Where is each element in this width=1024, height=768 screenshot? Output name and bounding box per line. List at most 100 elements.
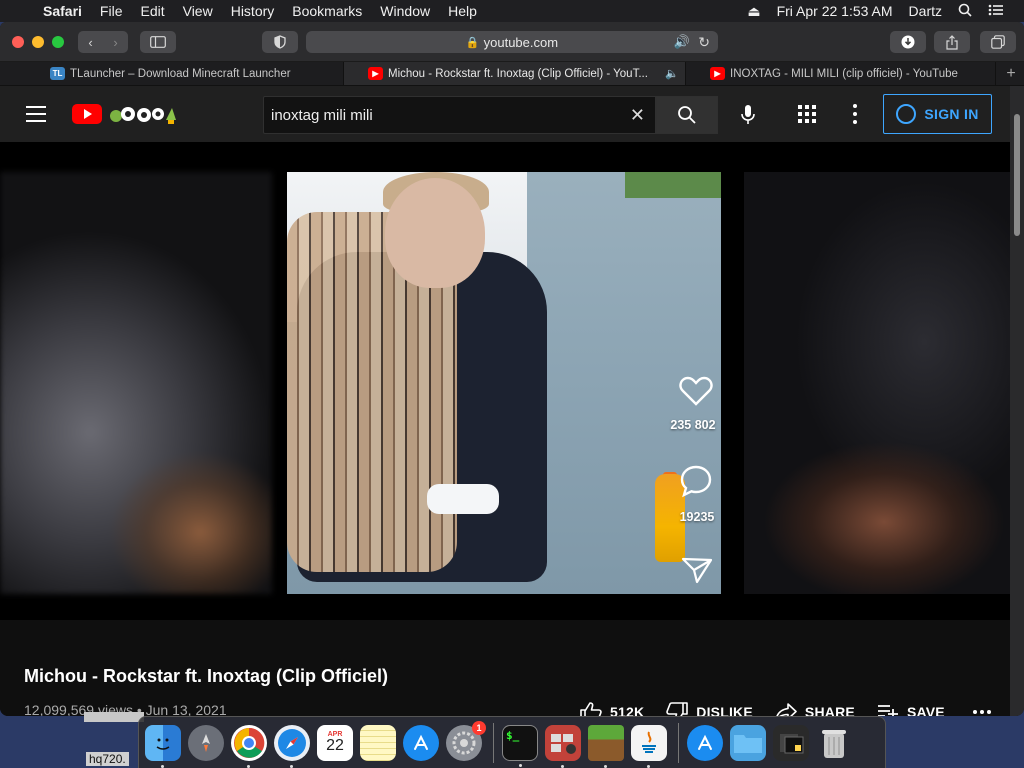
save-button[interactable]: SAVE bbox=[877, 704, 945, 716]
minimize-window-button[interactable] bbox=[32, 35, 44, 48]
address-bar[interactable]: 🔒 youtube.com 🔊 ↻ bbox=[306, 31, 718, 53]
tab-audio-icon[interactable]: 🔈 bbox=[665, 67, 679, 80]
folder-icon[interactable] bbox=[730, 724, 766, 761]
tab-inoxtag-mili-mili[interactable]: ▶ INOXTAG - MILI MILI (clip officiel) - … bbox=[686, 62, 996, 85]
privacy-report-button[interactable] bbox=[262, 31, 298, 53]
clear-search-icon[interactable]: ✕ bbox=[630, 105, 645, 126]
comment-icon bbox=[680, 465, 712, 498]
menu-clock[interactable]: Fri Apr 22 1:53 AM bbox=[769, 3, 901, 19]
search-icon bbox=[678, 106, 696, 124]
menu-view[interactable]: View bbox=[174, 3, 222, 19]
safari-toolbar: ‹ › 🔒 youtube.com 🔊 ↻ bbox=[0, 22, 1024, 62]
trash-icon[interactable] bbox=[816, 725, 852, 761]
youtube-doodle-icon[interactable] bbox=[106, 100, 180, 128]
app-store-folder-icon[interactable] bbox=[687, 724, 723, 761]
app-store-icon[interactable] bbox=[403, 724, 439, 761]
menu-help[interactable]: Help bbox=[439, 3, 486, 19]
close-window-button[interactable] bbox=[12, 35, 24, 48]
sign-in-button[interactable]: SIGN IN bbox=[883, 94, 992, 134]
youtube-logo-icon[interactable] bbox=[72, 104, 102, 124]
new-tab-button[interactable]: + bbox=[998, 62, 1024, 85]
minecraft-icon[interactable] bbox=[588, 724, 624, 768]
back-forward-buttons: ‹ › bbox=[78, 31, 128, 53]
scrollbar-thumb[interactable] bbox=[1014, 114, 1020, 236]
apps-grid-icon[interactable] bbox=[798, 105, 816, 123]
reload-icon[interactable]: ↻ bbox=[698, 34, 710, 51]
download-icon bbox=[901, 35, 915, 49]
settings-more-icon[interactable] bbox=[852, 104, 858, 124]
menu-file[interactable]: File bbox=[91, 3, 132, 19]
macos-menu-bar: Safari File Edit View History Bookmarks … bbox=[0, 0, 1024, 22]
search-button[interactable] bbox=[656, 96, 718, 134]
calendar-day: 22 bbox=[326, 737, 344, 754]
head-shape bbox=[385, 178, 485, 288]
tab-overview-button[interactable] bbox=[980, 31, 1016, 53]
tab-label: INOXTAG - MILI MILI (clip officiel) - Yo… bbox=[730, 67, 958, 80]
video-frame: 235 802 19235 bbox=[287, 172, 721, 594]
like-button[interactable]: 512K bbox=[580, 702, 644, 716]
launchpad-icon[interactable] bbox=[188, 724, 224, 761]
menu-edit[interactable]: Edit bbox=[131, 3, 173, 19]
menu-bookmarks[interactable]: Bookmarks bbox=[283, 3, 371, 19]
terminal-prompt: $_ bbox=[506, 728, 520, 742]
spotlight-search-icon[interactable] bbox=[950, 3, 980, 20]
save-label: SAVE bbox=[906, 704, 945, 716]
notes-icon[interactable] bbox=[360, 724, 396, 761]
zoom-window-button[interactable] bbox=[52, 35, 64, 48]
downloads-stack-icon[interactable] bbox=[773, 724, 809, 761]
tlauncher-favicon-icon: TL bbox=[50, 67, 65, 80]
youtube-masthead: ✕ SIGN IN bbox=[0, 86, 1010, 142]
youtube-page: ✕ SIGN IN bbox=[0, 86, 1010, 716]
blurred-background-left bbox=[0, 172, 272, 594]
search-input[interactable] bbox=[264, 97, 624, 133]
tab-michou-rockstar[interactable]: ▶ Michou - Rockstar ft. Inoxtag (Clip Of… bbox=[344, 62, 686, 85]
account-icon bbox=[896, 104, 917, 124]
sidebar-toggle-button[interactable] bbox=[140, 31, 176, 53]
eject-icon[interactable]: ⏏ bbox=[739, 3, 768, 20]
tab-label: TLauncher – Download Minecraft Launcher bbox=[70, 67, 291, 80]
safari-window: ‹ › 🔒 youtube.com 🔊 ↻ TL TLauncher – Dow… bbox=[0, 22, 1024, 716]
finder-icon[interactable] bbox=[145, 724, 181, 768]
safari-icon[interactable] bbox=[274, 724, 310, 768]
tab-tlauncher[interactable]: TL TLauncher – Download Minecraft Launch… bbox=[0, 62, 344, 85]
terminal-icon[interactable]: $_ bbox=[502, 724, 538, 767]
menu-app-name[interactable]: Safari bbox=[34, 3, 91, 19]
voice-search-button[interactable] bbox=[734, 100, 762, 130]
dislike-button[interactable]: DISLIKE bbox=[666, 702, 753, 716]
thumbs-down-icon bbox=[666, 702, 689, 716]
calendar-icon[interactable]: APR 22 bbox=[317, 724, 353, 761]
video-player[interactable]: 235 802 19235 bbox=[0, 142, 1010, 620]
guide-menu-icon[interactable] bbox=[26, 106, 46, 122]
tab-bar: TL TLauncher – Download Minecraft Launch… bbox=[0, 62, 1024, 86]
address-text: youtube.com bbox=[483, 34, 559, 50]
menu-history[interactable]: History bbox=[222, 3, 284, 19]
more-actions-icon[interactable] bbox=[972, 710, 991, 714]
back-icon[interactable]: ‹ bbox=[78, 35, 103, 50]
menu-window[interactable]: Window bbox=[371, 3, 439, 19]
video-actions: 512K DISLIKE SHARE SAVE bbox=[580, 700, 991, 716]
dislike-label: DISLIKE bbox=[696, 704, 753, 716]
desktop-file-thumbnail[interactable] bbox=[84, 712, 144, 722]
share-button[interactable] bbox=[934, 31, 970, 53]
chrome-icon[interactable] bbox=[231, 724, 267, 768]
desktop-file-label[interactable]: hq720. bbox=[86, 752, 129, 766]
tiktok-like-count: 235 802 bbox=[670, 418, 716, 432]
window-controls bbox=[0, 35, 64, 48]
tiktok-comment-count: 19235 bbox=[679, 510, 715, 524]
page-scrollbar[interactable] bbox=[1010, 86, 1024, 716]
youtube-favicon-icon: ▶ bbox=[710, 67, 725, 80]
video-title: Michou - Rockstar ft. Inoxtag (Clip Offi… bbox=[24, 666, 389, 686]
photo-booth-icon[interactable] bbox=[545, 724, 581, 768]
audio-playing-icon[interactable]: 🔊 bbox=[674, 34, 690, 50]
blurred-background-right bbox=[744, 172, 1010, 594]
forward-icon[interactable]: › bbox=[103, 35, 128, 50]
control-center-icon[interactable] bbox=[980, 3, 1012, 19]
downloads-button[interactable] bbox=[890, 31, 926, 53]
lock-icon: 🔒 bbox=[465, 36, 480, 49]
dock-separator bbox=[678, 722, 679, 763]
java-icon[interactable] bbox=[631, 724, 667, 768]
system-preferences-icon[interactable]: 1 bbox=[446, 720, 486, 761]
share-video-button[interactable]: SHARE bbox=[775, 703, 855, 716]
menu-user[interactable]: Dartz bbox=[901, 3, 950, 19]
sidebar-icon bbox=[150, 36, 166, 48]
